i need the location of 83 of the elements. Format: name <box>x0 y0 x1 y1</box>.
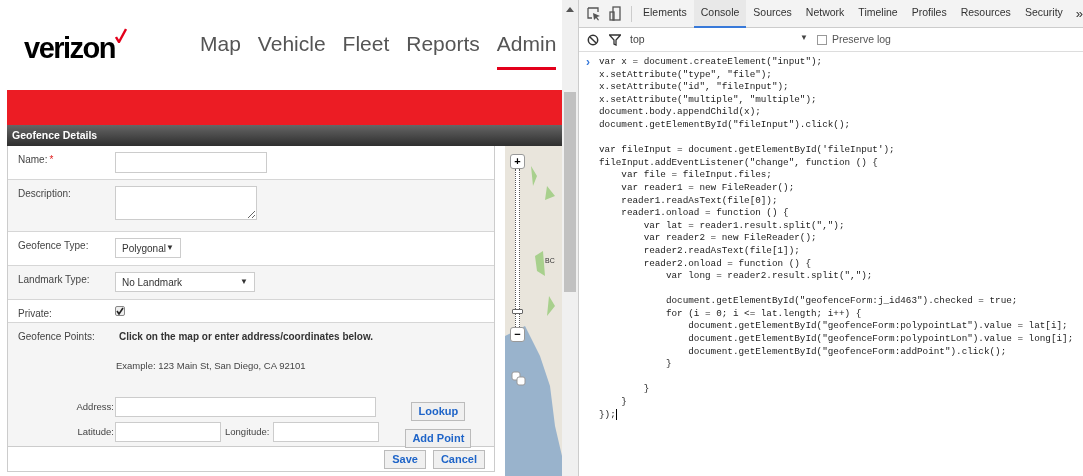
scroll-up-icon[interactable] <box>566 6 574 12</box>
address-label: Address: <box>75 399 115 414</box>
code-line: document.getElementById("geofenceForm:polypointLon").value = long[i]; <box>687 333 1074 346</box>
devtools-tab[interactable]: Sources <box>746 0 799 28</box>
code-line: var reader2 = new FileReader(); <box>642 232 818 245</box>
code-line: fileInput.addEventListener("change", function () { <box>599 156 879 170</box>
zoom-handle[interactable] <box>512 309 523 315</box>
nav-link[interactable]: Reports <box>406 27 480 70</box>
preserve-log-label: Preserve log <box>832 31 891 47</box>
clear-icon[interactable] <box>587 33 599 46</box>
code-line: } <box>620 396 628 409</box>
field-label: Name: <box>18 154 48 165</box>
zoom-slider[interactable] <box>515 169 520 327</box>
dropdown[interactable]: Polygonal▼ <box>115 238 181 258</box>
dropdown[interactable]: No Landmark ▼ <box>115 272 255 292</box>
preserve-log-checkbox[interactable] <box>817 34 827 45</box>
inspect-icon[interactable] <box>587 6 601 21</box>
code-line: var file = fileInput.files; <box>620 169 773 182</box>
devtools-tab[interactable]: Security <box>1017 0 1070 28</box>
code-line: reader1.readAsText(file[0]); <box>620 194 779 208</box>
form-button[interactable]: Save <box>384 449 426 469</box>
code-line: var reader1 = new FileReader(); <box>620 181 796 195</box>
code-line: x.setAttribute("multiple", "multiple"); <box>599 93 818 107</box>
checkmark-icon <box>115 27 128 43</box>
code-line: x.setAttribute("type", "file"); <box>599 68 773 82</box>
code-line: reader2.readAsText(file[1]); <box>642 244 801 258</box>
code-line: document.getElementById("fileInput").click(); <box>599 118 852 132</box>
field-label: Landmark Type: <box>18 274 90 285</box>
prompt-icon: › <box>586 56 599 422</box>
devtools-tab[interactable]: Console <box>693 0 747 28</box>
example-text: Example: 123 Main St, San Diego, CA 92101 <box>116 360 306 371</box>
context-dropdown[interactable]: top ▼ <box>630 31 808 48</box>
longitude-label: Longitude: <box>224 424 271 439</box>
code-line: }); <box>599 408 618 422</box>
code-line: document.body.appendChild(x); <box>599 106 762 119</box>
devtools-tab[interactable]: Resources <box>953 0 1018 28</box>
code-line: x.setAttribute("id", "fileInput"); <box>599 81 790 94</box>
code-line: var lat = reader1.result.split(","); <box>642 219 846 233</box>
panel-title: Geofence Details <box>12 127 98 143</box>
nav-link[interactable]: Map <box>200 27 241 70</box>
form-button[interactable]: Cancel <box>432 449 485 469</box>
zoom-out-button[interactable]: − <box>510 327 525 342</box>
lookup-button[interactable]: Lookup <box>411 402 466 421</box>
code-line: document.getElementById("geofenceForm:j_id463").checked = true; <box>664 295 1019 308</box>
code-line: for (i = 0; i <= lat.length; i++) { <box>664 307 863 321</box>
devtools-tab[interactable]: Elements <box>636 0 694 28</box>
code-line: } <box>664 358 673 371</box>
field-label: Geofence Type: <box>18 240 89 251</box>
code-line: var x = document.createElement("input"); <box>599 56 824 69</box>
code-line: document.getElementById("geofenceForm:polypointLat").value = lat[i]; <box>687 320 1069 334</box>
scroll-thumb[interactable] <box>564 92 576 292</box>
filter-icon[interactable] <box>609 33 621 46</box>
layers-icon <box>511 371 527 387</box>
longitude-field[interactable] <box>273 422 380 442</box>
code-line: var long = reader2.result.split(","); <box>664 270 874 283</box>
logo[interactable]: verizon <box>24 26 116 70</box>
code-line: reader1.onload = function () { <box>620 207 790 220</box>
name-field[interactable] <box>115 152 267 173</box>
more-tabs-button[interactable]: » <box>1069 3 1083 24</box>
latitude-label: Latitude: <box>76 424 115 439</box>
address-field[interactable] <box>115 397 376 417</box>
scrollbar[interactable] <box>562 0 578 476</box>
private-checkbox[interactable] <box>115 306 125 316</box>
device-icon[interactable] <box>609 6 621 21</box>
devtools-tab[interactable]: Timeline <box>851 0 905 28</box>
nav-link[interactable]: Vehicle <box>257 27 326 70</box>
field-label: Geofence Points: <box>17 330 96 344</box>
instruction-text: Click on the map or enter address/coordinates below. <box>118 330 374 344</box>
code-line: reader2.onload = function () { <box>642 257 812 271</box>
add-point-button[interactable]: Add Point <box>405 429 472 448</box>
devtools-tab[interactable]: Profiles <box>904 0 954 28</box>
description-field[interactable] <box>115 186 257 220</box>
latitude-field[interactable] <box>115 422 221 442</box>
zoom-in-button[interactable]: + <box>510 154 525 169</box>
code-line: var fileInput = document.getElementById('fileInput'); <box>599 144 896 157</box>
code-line: document.getElementById("geofenceForm:addPoint").click(); <box>687 345 1008 359</box>
nav-link[interactable]: Fleet <box>342 27 390 70</box>
field-label: Private: <box>18 308 52 319</box>
required-mark: * <box>49 154 54 165</box>
field-label: Description: <box>18 188 71 199</box>
nav-link[interactable]: Admin <box>496 27 557 70</box>
devtools-tab[interactable]: Network <box>798 0 852 28</box>
code-line: } <box>642 383 651 397</box>
